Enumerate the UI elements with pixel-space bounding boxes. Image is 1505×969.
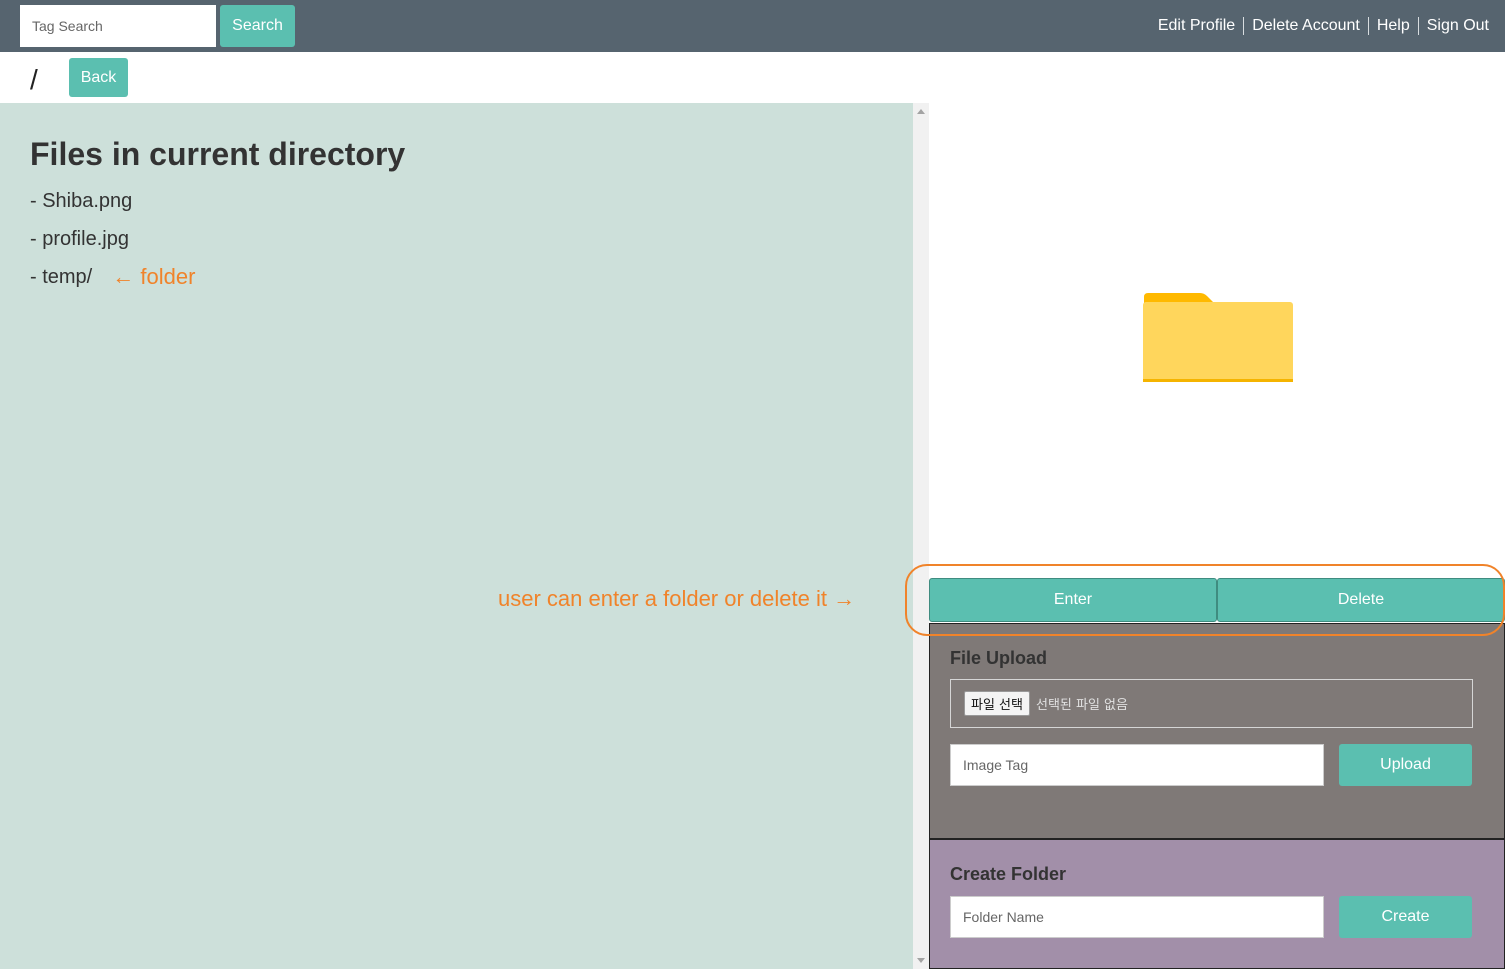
file-name: - Shiba.png [30, 190, 133, 212]
file-upload-title: File Upload [950, 648, 1048, 668]
upload-button[interactable]: Upload [1339, 744, 1472, 786]
tag-search-input[interactable] [20, 5, 216, 47]
detail-pane: Enter Delete File Upload 파일 선택 선택된 파일 없음… [929, 103, 1505, 969]
scroll-up-arrow-icon[interactable] [917, 109, 925, 114]
folder-actions: Enter Delete [929, 578, 1505, 622]
create-button[interactable]: Create [1339, 896, 1472, 938]
folder-name-input[interactable] [950, 896, 1324, 938]
file-item-temp-folder[interactable]: - temp/ ← folder [30, 265, 195, 303]
create-folder-panel: Create Folder Create [929, 839, 1505, 969]
file-chooser: 파일 선택 선택된 파일 없음 [950, 679, 1473, 728]
search-button[interactable]: Search [220, 5, 295, 47]
scroll-down-arrow-icon[interactable] [917, 958, 925, 963]
sign-out-link[interactable]: Sign Out [1419, 17, 1489, 35]
account-links: Edit Profile Delete Account Help Sign Ou… [1150, 0, 1489, 52]
vertical-scrollbar[interactable] [913, 103, 929, 969]
create-folder-title: Create Folder [950, 864, 1067, 884]
file-item-profile[interactable]: - profile.jpg [30, 227, 195, 265]
enter-button[interactable]: Enter [929, 578, 1217, 622]
file-preview [929, 103, 1505, 578]
back-button[interactable]: Back [69, 58, 128, 97]
path-bar: / Back [0, 52, 1505, 103]
file-upload-panel: File Upload 파일 선택 선택된 파일 없음 Upload [929, 623, 1505, 839]
delete-button[interactable]: Delete [1217, 578, 1505, 622]
file-item-shiba[interactable]: - Shiba.png [30, 189, 195, 227]
folder-icon [1143, 293, 1293, 382]
enter-delete-annotation: user can enter a folder or delete it → [498, 586, 856, 611]
file-list-pane: Files in current directory - Shiba.png -… [0, 103, 913, 969]
file-name: - temp/ [30, 266, 93, 288]
folder-annotation: ← folder [112, 264, 196, 289]
image-tag-input[interactable] [950, 744, 1324, 786]
current-path: / [30, 64, 38, 95]
file-name: - profile.jpg [30, 228, 129, 250]
edit-profile-link[interactable]: Edit Profile [1150, 17, 1243, 35]
top-nav-bar: Search Edit Profile Delete Account Help … [0, 0, 1505, 52]
file-list-title: Files in current directory [30, 136, 406, 172]
choose-file-button[interactable]: 파일 선택 [964, 691, 1030, 716]
file-list: - Shiba.png - profile.jpg - temp/ ← folde… [30, 189, 195, 303]
delete-account-link[interactable]: Delete Account [1244, 17, 1368, 35]
help-link[interactable]: Help [1369, 17, 1418, 35]
file-status-text: 선택된 파일 없음 [1035, 698, 1128, 713]
